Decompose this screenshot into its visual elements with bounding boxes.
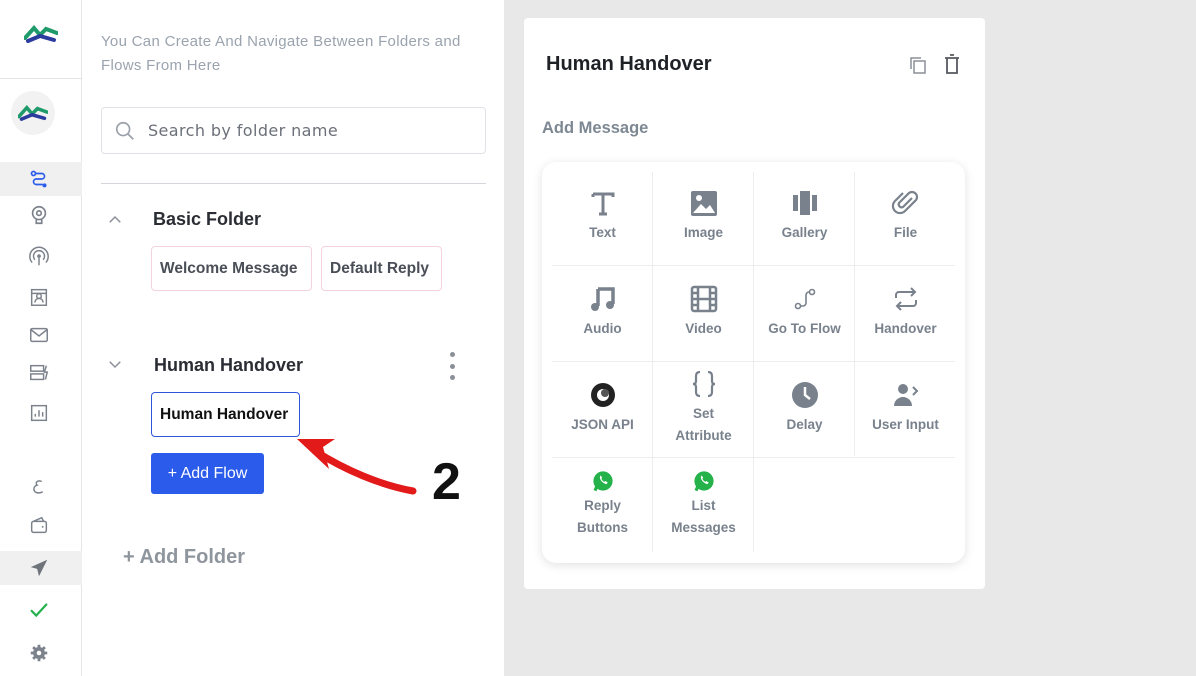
folder-search[interactable] xyxy=(101,107,486,154)
add-message-label: Add Message xyxy=(542,119,649,137)
nav-settings[interactable] xyxy=(0,636,82,670)
gallery-icon xyxy=(792,191,817,215)
msg-type-image[interactable]: Image xyxy=(653,168,754,264)
wallet-icon xyxy=(30,516,48,534)
message-types-grid: Text Image Gallery File Audio Video Go T… xyxy=(542,162,965,563)
nav-broadcast[interactable] xyxy=(0,240,82,274)
film-icon xyxy=(690,285,717,313)
msg-type-set-attribute[interactable]: Set Attribute xyxy=(653,360,754,456)
copy-icon[interactable] xyxy=(908,55,928,75)
chevron-up-icon xyxy=(109,215,121,223)
json-logo-icon xyxy=(590,383,615,407)
brain-gear-icon xyxy=(31,205,47,225)
user-input-icon xyxy=(893,384,918,406)
nav-contacts[interactable] xyxy=(0,280,82,314)
paper-plane-icon xyxy=(30,559,48,577)
msg-type-label: Handover xyxy=(874,321,937,336)
flow-route-icon xyxy=(30,170,47,188)
msg-type-go-to-flow[interactable]: Go To Flow xyxy=(754,264,855,360)
folder-name-human-handover[interactable]: Human Handover xyxy=(154,355,303,376)
nav-status[interactable] xyxy=(0,593,82,627)
nav-send[interactable] xyxy=(0,551,82,585)
msg-type-label: Video xyxy=(685,321,722,336)
msg-type-label: Image xyxy=(683,225,724,240)
whatsapp-icon xyxy=(693,471,714,492)
workspace-avatar[interactable] xyxy=(11,91,55,135)
nav-inbox[interactable] xyxy=(0,318,82,352)
folder-options-kebab-icon[interactable] xyxy=(448,352,456,380)
folder-search-input[interactable] xyxy=(148,121,468,140)
nav-analytics[interactable] xyxy=(0,396,82,430)
msg-type-file[interactable]: File xyxy=(855,168,956,264)
nav-integrations[interactable] xyxy=(0,356,82,390)
arabic-language-icon xyxy=(33,480,44,494)
rail-divider xyxy=(0,78,82,79)
msg-type-delay[interactable]: Delay xyxy=(754,360,855,456)
msg-type-label: File xyxy=(893,225,918,240)
folders-divider xyxy=(101,183,486,184)
msg-type-label: List Messages xyxy=(671,498,736,535)
workspace-logo-icon xyxy=(18,105,48,121)
add-flow-button[interactable]: + Add Flow xyxy=(151,453,264,494)
msg-type-reply-buttons[interactable]: Reply Buttons xyxy=(552,456,653,552)
trash-icon[interactable] xyxy=(942,53,962,75)
msg-type-label: JSON API xyxy=(571,417,634,432)
analytics-chart-icon xyxy=(30,404,48,422)
flow-title: Human Handover xyxy=(546,53,712,75)
msg-type-label: Audio xyxy=(583,321,622,336)
mail-icon xyxy=(30,327,48,343)
msg-type-label: Text xyxy=(589,225,616,240)
chevron-down-icon xyxy=(109,361,121,369)
nav-language[interactable] xyxy=(0,470,82,504)
server-bolt-icon xyxy=(30,364,49,381)
curly-braces-icon xyxy=(692,370,715,398)
folder-toggle-basic[interactable] xyxy=(106,211,124,229)
msg-type-user-input[interactable]: User Input xyxy=(855,360,956,456)
folder-name-basic[interactable]: Basic Folder xyxy=(153,209,261,230)
flow-chip-human-handover[interactable]: Human Handover xyxy=(151,392,300,437)
broadcast-icon xyxy=(29,246,49,266)
annotation-arrow xyxy=(297,439,417,495)
repeat-arrows-icon xyxy=(894,287,917,311)
annotation-step-number: 2 xyxy=(432,453,461,511)
msg-type-json-api[interactable]: JSON API xyxy=(552,360,653,456)
msg-type-audio[interactable]: Audio xyxy=(552,264,653,360)
folders-hint: You Can Create And Navigate Between Fold… xyxy=(101,33,461,74)
msg-type-label: Gallery xyxy=(781,225,828,240)
nav-flows[interactable] xyxy=(0,162,82,196)
flow-chip-welcome-message[interactable]: Welcome Message xyxy=(151,246,312,291)
search-icon xyxy=(115,121,134,140)
route-icon xyxy=(794,288,815,310)
msg-type-gallery[interactable]: Gallery xyxy=(754,168,855,264)
contact-card-icon xyxy=(30,288,48,306)
msg-type-label: Go To Flow xyxy=(768,321,841,336)
msg-type-handover[interactable]: Handover xyxy=(855,264,956,360)
flow-chip-default-reply[interactable]: Default Reply xyxy=(321,246,442,291)
brand-logo-icon[interactable] xyxy=(24,24,58,44)
gear-icon xyxy=(30,644,48,662)
nav-wallet[interactable] xyxy=(0,508,82,542)
clock-icon xyxy=(791,382,818,408)
folders-panel: You Can Create And Navigate Between Fold… xyxy=(82,0,504,676)
paperclip-icon xyxy=(891,190,918,215)
msg-type-label: Delay xyxy=(786,417,823,432)
msg-type-text[interactable]: Text xyxy=(552,168,653,264)
msg-type-list-messages[interactable]: List Messages xyxy=(653,456,754,552)
whatsapp-icon xyxy=(592,471,613,492)
image-icon xyxy=(690,191,717,216)
nav-ai[interactable] xyxy=(0,198,82,232)
flow-editor-card: Human Handover Add Message Text Image Ga… xyxy=(524,18,985,589)
music-note-icon xyxy=(590,287,615,311)
msg-type-label: Set Attribute xyxy=(675,406,732,443)
text-icon xyxy=(591,192,614,216)
icon-rail xyxy=(0,0,82,676)
folder-toggle-human-handover[interactable] xyxy=(106,355,124,373)
checkmark-icon xyxy=(30,603,48,618)
add-folder-button[interactable]: + Add Folder xyxy=(123,546,245,569)
msg-type-video[interactable]: Video xyxy=(653,264,754,360)
msg-type-label: Reply Buttons xyxy=(577,498,628,535)
msg-type-label: User Input xyxy=(872,417,939,432)
